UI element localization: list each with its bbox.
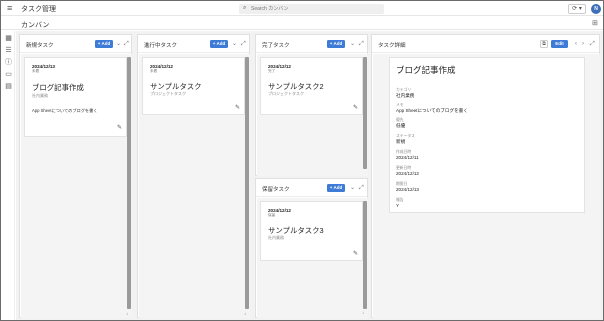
search-box[interactable]: ⌕ bbox=[239, 4, 384, 14]
grid-view-icon[interactable]: ⊞ bbox=[592, 19, 598, 27]
top-bar: ≡ タスク管理 ⌕ ⟳ ▾ N bbox=[1, 1, 603, 16]
resize-handle-icon[interactable]: ⌟ bbox=[244, 310, 246, 316]
field-value: 新規 bbox=[396, 139, 406, 144]
lane-title: 保留タスク bbox=[262, 187, 290, 193]
expand-icon[interactable]: ⤢ bbox=[590, 40, 595, 48]
detail-panel-title: タスク詳細 bbox=[378, 43, 406, 49]
lane-header: 完了タスク + Add ⌄ ⤢ bbox=[256, 35, 367, 53]
calendar-nav-icon[interactable]: ▦ bbox=[5, 35, 12, 42]
card-subtitle: 社内業務 bbox=[268, 235, 284, 240]
lane-header: 保留タスク + Add ⌄ ⤢ bbox=[256, 179, 367, 197]
search-input[interactable] bbox=[251, 4, 381, 14]
field-value: 2024/12/11 bbox=[396, 155, 419, 160]
detail-card: ブログ記事作成 カテゴリ 社内業務 メモ App Sheetについてのブログを書… bbox=[389, 57, 585, 213]
add-button[interactable]: + Add bbox=[327, 184, 345, 192]
task-card[interactable]: 2024/12/12 未着 サンプルタスク プロジェクトタスク ✎ bbox=[142, 57, 245, 115]
card-title: ブログ記事作成 bbox=[32, 83, 84, 92]
resize-handle-icon[interactable]: ⌟ bbox=[126, 310, 128, 316]
field-value: 2024/12/13 bbox=[396, 187, 419, 192]
expand-icon[interactable]: ⤢ bbox=[241, 40, 246, 48]
lane-new: 新規タスク + Add ⌄ ⤢ 2024/12/13 未着 ブログ記事作成 社内… bbox=[19, 34, 132, 318]
add-button[interactable]: + Add bbox=[327, 40, 345, 48]
edit-icon[interactable]: ✎ bbox=[353, 250, 358, 257]
add-button[interactable]: + Add bbox=[210, 40, 228, 48]
edit-icon[interactable]: ✎ bbox=[353, 104, 358, 111]
card-subtitle: プロジェクトタスク bbox=[150, 91, 186, 96]
task-card[interactable]: 2024/12/12 保留 サンプルタスク3 社内業務 ✎ bbox=[260, 201, 363, 261]
copy-icon[interactable]: ⧉ bbox=[540, 40, 548, 48]
lane-body: 2024/12/12 未着 サンプルタスク プロジェクトタスク ✎ ⌟ bbox=[139, 54, 250, 318]
task-card[interactable]: 2024/12/13 未着 ブログ記事作成 社内業務 App Sheetについて… bbox=[24, 57, 127, 137]
list-nav-icon[interactable]: ☰ bbox=[5, 47, 12, 54]
lane-title: 新規タスク bbox=[26, 43, 54, 49]
lane-on-hold: 保留タスク + Add ⌄ ⤢ 2024/12/12 保留 サンプルタスク3 社… bbox=[255, 178, 368, 318]
field-value: 2024/12/12 bbox=[396, 171, 419, 176]
task-detail-panel: タスク詳細 ⧉ Edit ‹ › ⤢ ブログ記事作成 カテゴリ 社内業務 メモ … bbox=[371, 34, 600, 318]
card-status: 完了 bbox=[268, 69, 276, 73]
resize-handle-icon[interactable]: ⌟ bbox=[362, 309, 364, 315]
chevron-down-icon[interactable]: ⌄ bbox=[116, 40, 121, 48]
lane-done: 完了タスク + Add ⌄ ⤢ 2024/12/12 完了 サンプルタスク2 プ… bbox=[255, 34, 368, 176]
scrollbar[interactable] bbox=[127, 57, 131, 309]
hamburger-menu-icon[interactable]: ≡ bbox=[7, 4, 15, 13]
lane-header: 新規タスク + Add ⌄ ⤢ bbox=[20, 35, 131, 53]
lane-header: 進行中タスク + Add ⌄ ⤢ bbox=[138, 35, 249, 53]
lane-title: 完了タスク bbox=[262, 43, 290, 49]
avatar[interactable]: N bbox=[591, 4, 601, 14]
field-value: 社内業務 bbox=[396, 93, 415, 98]
side-nav: ▦ ☰ ⓘ ▭ ▤ bbox=[1, 31, 15, 320]
card-status: 未着 bbox=[32, 69, 40, 73]
chevron-right-icon[interactable]: › bbox=[582, 40, 584, 48]
card-subtitle: 社内業務 bbox=[32, 93, 48, 98]
lane-in-progress: 進行中タスク + Add ⌄ ⤢ 2024/12/12 未着 サンプルタスク プ… bbox=[137, 34, 250, 318]
add-button[interactable]: + Add bbox=[95, 40, 113, 48]
chevron-left-icon[interactable]: ‹ bbox=[575, 40, 577, 48]
lane-title: 進行中タスク bbox=[144, 43, 178, 49]
task-card[interactable]: 2024/12/12 完了 サンプルタスク2 プロジェクトタスク ✎ bbox=[260, 57, 363, 115]
detail-header: タスク詳細 ⧉ Edit ‹ › ⤢ bbox=[372, 35, 599, 53]
page-header: カンバン ⊞ bbox=[1, 17, 603, 30]
detail-body: ブログ記事作成 カテゴリ 社内業務 メモ App Sheetについてのブログを書… bbox=[373, 54, 600, 318]
expand-icon[interactable]: ⤢ bbox=[359, 40, 364, 48]
lane-body: 2024/12/12 完了 サンプルタスク2 プロジェクトタスク ✎ bbox=[257, 54, 368, 176]
scrollbar[interactable] bbox=[245, 57, 249, 309]
page-title: カンバン bbox=[21, 22, 50, 29]
search-icon: ⌕ bbox=[243, 5, 247, 11]
detail-task-title: ブログ記事作成 bbox=[396, 65, 456, 75]
card-status: 未着 bbox=[150, 69, 158, 73]
chevron-down-icon[interactable]: ⌄ bbox=[232, 40, 237, 48]
info-nav-icon[interactable]: ⓘ bbox=[5, 59, 12, 66]
scrollbar[interactable] bbox=[363, 201, 367, 309]
expand-icon[interactable]: ⤢ bbox=[124, 40, 129, 48]
sync-button[interactable]: ⟳ ▾ bbox=[568, 4, 586, 14]
card-status: 保留 bbox=[268, 213, 276, 217]
edit-icon[interactable]: ✎ bbox=[235, 104, 240, 111]
edit-button[interactable]: Edit bbox=[551, 40, 568, 48]
lane-body: 2024/12/12 保留 サンプルタスク3 社内業務 ✎ ⌟ bbox=[257, 198, 368, 318]
field-value: Y bbox=[396, 203, 400, 208]
card-description: App Sheetについてのブログを書く bbox=[32, 108, 98, 113]
edit-icon[interactable]: ✎ bbox=[117, 124, 122, 131]
scrollbar[interactable] bbox=[363, 57, 367, 169]
field-value: App Sheetについてのブログを書く bbox=[396, 108, 468, 113]
card-subtitle: プロジェクトタスク bbox=[268, 91, 304, 96]
chevron-down-icon[interactable]: ⌄ bbox=[350, 184, 355, 192]
grid-nav-icon[interactable]: ▤ bbox=[5, 83, 12, 90]
app-title: タスク管理 bbox=[21, 6, 56, 13]
kanban-workspace: 新規タスク + Add ⌄ ⤢ 2024/12/13 未着 ブログ記事作成 社内… bbox=[16, 31, 603, 320]
expand-icon[interactable]: ⤢ bbox=[359, 184, 364, 192]
lane-body: 2024/12/13 未着 ブログ記事作成 社内業務 App Sheetについて… bbox=[21, 54, 132, 318]
field-value: 低優 bbox=[396, 123, 406, 128]
chevron-down-icon[interactable]: ⌄ bbox=[350, 40, 355, 48]
comment-nav-icon[interactable]: ▭ bbox=[5, 71, 12, 78]
